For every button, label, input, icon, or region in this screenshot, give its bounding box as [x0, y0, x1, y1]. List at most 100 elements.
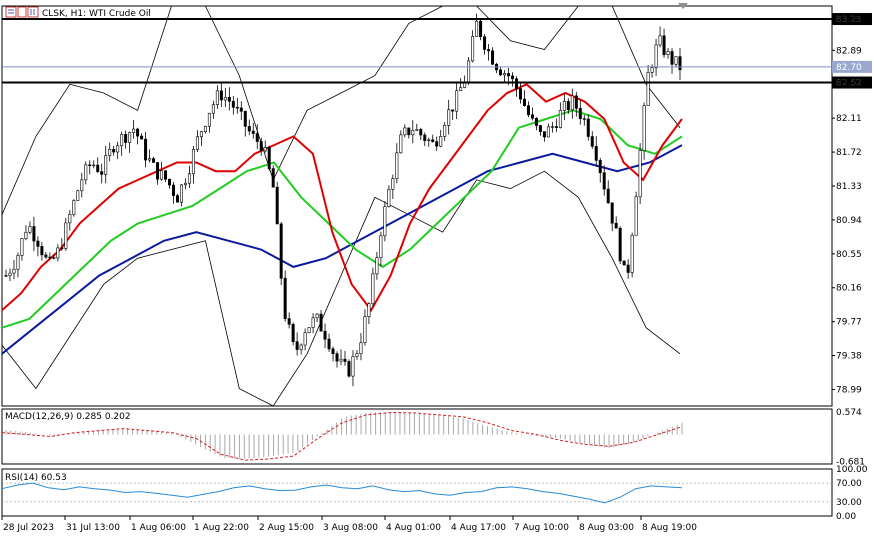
time-tick-label: 28 Jul 2023: [3, 523, 54, 533]
candle-body: [303, 332, 307, 346]
candle-body: [96, 164, 100, 172]
time-tick-label: 31 Jul 13:00: [66, 523, 120, 533]
candle-body: [622, 260, 626, 266]
candle-body: [650, 67, 654, 73]
candle-body: [471, 36, 475, 62]
candle-body: [574, 95, 578, 109]
candle-body: [566, 101, 570, 111]
candle-body: [215, 90, 219, 105]
candle-body: [419, 129, 423, 136]
candle-body: [152, 158, 156, 163]
candle-body: [475, 20, 479, 37]
candle-body: [447, 109, 451, 126]
candle-body: [503, 73, 507, 76]
time-tick-label: 1 Aug 22:00: [194, 523, 249, 533]
time-tick-label: 8 Aug 19:00: [642, 523, 697, 533]
candle-body: [164, 170, 168, 180]
candle-body: [263, 147, 267, 152]
candle-body: [423, 134, 427, 141]
candle-body: [530, 114, 534, 119]
candle-body: [199, 131, 203, 138]
candle-body: [168, 178, 172, 186]
candle-body: [407, 127, 411, 136]
candle-body: [132, 128, 136, 133]
candle-body: [582, 118, 586, 120]
rsi-line: [1, 482, 683, 504]
candle-body: [347, 361, 351, 377]
candle-body: [339, 358, 343, 362]
candle-body: [291, 323, 295, 343]
candle-body: [144, 138, 148, 161]
candle-body: [383, 206, 387, 237]
candle-body: [251, 130, 255, 134]
bollinger-bands: [1, 5, 681, 407]
candle-body: [239, 107, 243, 112]
candle-body: [602, 172, 606, 190]
candle-body: [507, 73, 511, 77]
candle-body: [451, 109, 455, 112]
candle-body: [36, 240, 40, 247]
candle-body: [148, 158, 152, 161]
horizontal-levels[interactable]: 83.25 82.52 82.70: [2, 13, 872, 89]
candle-body: [335, 353, 339, 362]
ma-slow-line: [1, 144, 683, 355]
candle-body: [415, 129, 419, 131]
candle-body: [60, 247, 64, 249]
candle-body: [634, 196, 638, 236]
candle-body: [459, 87, 463, 91]
candle-body: [179, 184, 183, 203]
chart-type-icon[interactable]: [5, 6, 39, 18]
candle-body: [311, 317, 315, 328]
macd-panel: 0.574-0.681: [1, 408, 865, 467]
candle-body: [4, 275, 8, 277]
candle-body: [16, 255, 20, 270]
candle-body: [136, 128, 140, 137]
candle-body: [120, 134, 124, 147]
candle-body: [243, 110, 247, 127]
candle-body: [630, 234, 634, 273]
candle-body: [351, 356, 355, 377]
time-tick-label: 7 Aug 10:00: [514, 523, 569, 533]
candle-body: [12, 268, 16, 274]
candle-body: [219, 90, 223, 101]
price-tick-label: 83.25: [836, 15, 862, 25]
price-tick-label: 82.52: [836, 79, 862, 89]
candle-body: [570, 95, 574, 111]
candle-body: [28, 226, 32, 233]
candle-body: [307, 327, 311, 334]
candle-body: [427, 139, 431, 141]
candle-body: [443, 125, 447, 137]
candle-body: [542, 131, 546, 138]
bollinger-upper-band: [1, 5, 681, 215]
moving-averages: [1, 83, 683, 355]
candle-body: [183, 182, 187, 186]
bollinger-lower-band: [1, 170, 681, 407]
candle-body: [562, 101, 566, 111]
candle-body: [638, 150, 642, 198]
time-tick-label: 4 Aug 17:00: [451, 523, 506, 533]
candle-body: [104, 155, 108, 175]
candle-body: [203, 125, 207, 132]
candle-body: [259, 141, 263, 152]
candle-body: [375, 257, 379, 275]
candle-body: [20, 238, 24, 256]
price-tick-label: 80.16: [836, 284, 862, 294]
candle-body: [642, 105, 646, 151]
rsi-tick-label: 100.00: [836, 465, 868, 475]
candle-body: [343, 358, 347, 362]
price-tick-label: 79.38: [836, 352, 862, 362]
candle-body: [598, 160, 602, 174]
candle-body: [479, 20, 483, 38]
candle-body: [44, 254, 48, 258]
candle-body: [439, 136, 443, 147]
trading-chart[interactable]: 83.25 82.52 82.70 83.25 82.89 82.52 82.11 81.7…: [0, 0, 874, 538]
time-tick-label: 8 Aug 03:00: [579, 523, 634, 533]
candle-body: [586, 118, 590, 137]
candle-body: [76, 190, 80, 201]
candle-body: [359, 342, 363, 355]
candle-body: [299, 344, 303, 350]
candle-body: [391, 178, 395, 190]
price-tick-label: 82.11: [836, 114, 862, 124]
candle-body: [455, 90, 459, 112]
price-tick-label: 79.77: [836, 318, 862, 328]
